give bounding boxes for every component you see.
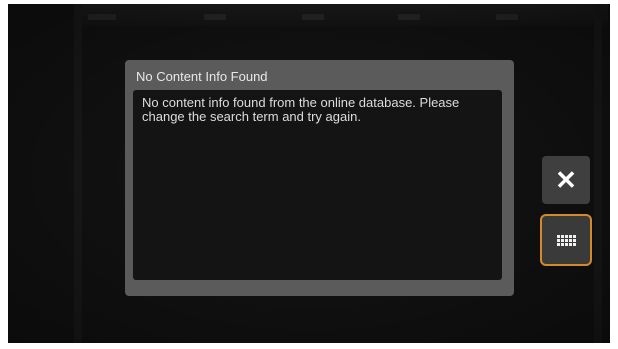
- keyboard-icon: [556, 234, 576, 246]
- keyboard-button[interactable]: [540, 214, 592, 266]
- dialog-title: No Content Info Found: [136, 69, 268, 84]
- dialog-body: No content info found from the online da…: [133, 90, 502, 280]
- tv-screen: No Content Info Found No content info fo…: [8, 4, 610, 343]
- no-content-dialog: No Content Info Found No content info fo…: [125, 60, 514, 296]
- close-icon: ✕: [555, 164, 577, 195]
- close-button[interactable]: ✕: [542, 156, 590, 204]
- dialog-message: No content info found from the online da…: [142, 95, 460, 124]
